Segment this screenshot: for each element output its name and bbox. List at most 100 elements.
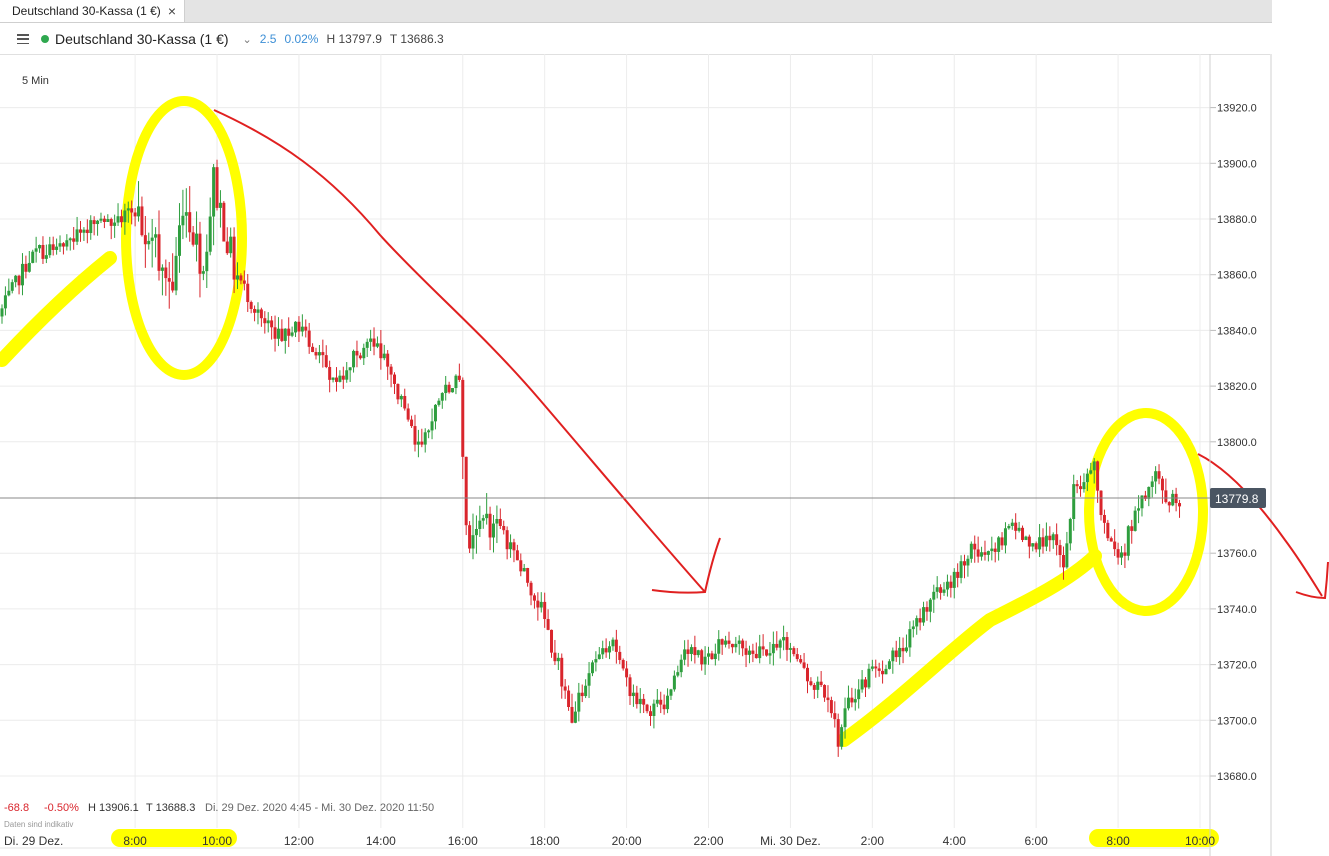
candle-body — [18, 276, 21, 286]
candle-body — [55, 247, 58, 250]
candle-body — [1072, 484, 1075, 519]
y-tick-label: 13800.0 — [1217, 437, 1257, 449]
candle-body — [512, 542, 515, 550]
candle-body — [86, 230, 89, 233]
candle-body — [420, 442, 423, 445]
candle-body — [1113, 542, 1116, 550]
timeframe-label[interactable]: 5 Min — [22, 75, 49, 87]
candle-body — [489, 514, 492, 538]
candle-body — [837, 719, 840, 747]
data-disclaimer: Daten sind indikativ — [4, 820, 73, 829]
candle-body — [929, 600, 932, 612]
candle-body — [564, 686, 567, 690]
candle-body — [209, 217, 212, 252]
candle-body — [437, 401, 440, 405]
candle-body — [1062, 555, 1065, 567]
candle-body — [884, 669, 887, 674]
candle-body — [871, 666, 874, 668]
candle-body — [1041, 537, 1044, 546]
candle-body — [335, 378, 338, 382]
candle-body — [256, 309, 259, 312]
candle-body — [557, 658, 560, 661]
candle-body — [792, 648, 795, 654]
candle-body — [523, 568, 526, 571]
candle-body — [315, 352, 318, 355]
candle-body — [1140, 496, 1143, 509]
candle-body — [751, 651, 754, 654]
y-tick-label: 13880.0 — [1217, 214, 1257, 226]
candle-body — [99, 219, 102, 221]
candle-body — [168, 278, 171, 282]
candle-body — [908, 629, 911, 647]
candle-body — [96, 221, 99, 224]
candle-body — [588, 673, 591, 686]
candle-body — [134, 212, 137, 216]
candle-body — [137, 206, 140, 216]
candle-body — [1147, 487, 1150, 499]
candle-body — [325, 355, 328, 367]
x-tick-label: Mi. 30 Dez. — [760, 834, 821, 848]
candle-body — [560, 658, 563, 687]
y-tick-label: 13720.0 — [1217, 660, 1257, 672]
candle-body — [495, 519, 498, 524]
candle-body — [748, 651, 751, 655]
candle-body — [789, 648, 792, 650]
candle-body — [762, 646, 765, 649]
candle-body — [1123, 552, 1126, 555]
candle-body — [693, 647, 696, 655]
candle-body — [216, 167, 219, 208]
candle-body — [905, 647, 908, 651]
candle-body — [239, 275, 242, 280]
candle-body — [547, 619, 550, 630]
candle-body — [915, 618, 918, 626]
candle-body — [642, 699, 645, 705]
candle-body — [188, 212, 191, 232]
candle-body — [864, 679, 867, 687]
candle-body — [106, 219, 109, 222]
candle-body — [844, 708, 847, 727]
candle-body — [615, 640, 618, 652]
candle-body — [48, 244, 51, 255]
candle-body — [1110, 538, 1113, 541]
candle-body — [591, 662, 594, 673]
candle-body — [943, 590, 946, 593]
candle-body — [376, 343, 379, 346]
candle-body — [41, 245, 44, 259]
candle-body — [611, 640, 614, 647]
candle-body — [912, 626, 915, 629]
grid-lines — [0, 54, 1210, 828]
candlestick-chart[interactable]: 13920.013900.013880.013860.013840.013820… — [0, 0, 1329, 856]
y-tick-label: 13860.0 — [1217, 270, 1257, 282]
candle-body — [697, 650, 700, 655]
candle-body — [973, 544, 976, 550]
x-tick-label: 4:00 — [943, 834, 967, 848]
candle-body — [1069, 519, 1072, 543]
candle-body — [151, 238, 154, 241]
candle-body — [35, 248, 38, 251]
candle-body — [1086, 474, 1089, 482]
candle-body — [444, 385, 447, 393]
candle-body — [328, 367, 331, 380]
candle-body — [932, 592, 935, 600]
x-tick-label: 12:00 — [284, 834, 314, 848]
candle-body — [243, 281, 246, 284]
candle-body — [1093, 461, 1096, 470]
candle-body — [393, 375, 396, 384]
candle-body — [809, 681, 812, 685]
y-tick-label: 13840.0 — [1217, 325, 1257, 337]
candle-body — [311, 347, 314, 352]
candle-body — [253, 309, 256, 313]
candle-body — [11, 282, 14, 291]
candle-body — [946, 582, 949, 590]
candle-body — [277, 329, 280, 339]
candle-body — [1045, 536, 1048, 547]
candle-body — [321, 352, 324, 355]
candle-body — [581, 693, 584, 696]
candle-body — [1035, 543, 1038, 549]
candle-body — [93, 220, 96, 224]
candle-body — [120, 216, 123, 222]
candle-body — [902, 648, 905, 651]
candle-body — [1154, 471, 1157, 481]
candle-body — [919, 618, 922, 622]
candle-body — [65, 240, 68, 246]
